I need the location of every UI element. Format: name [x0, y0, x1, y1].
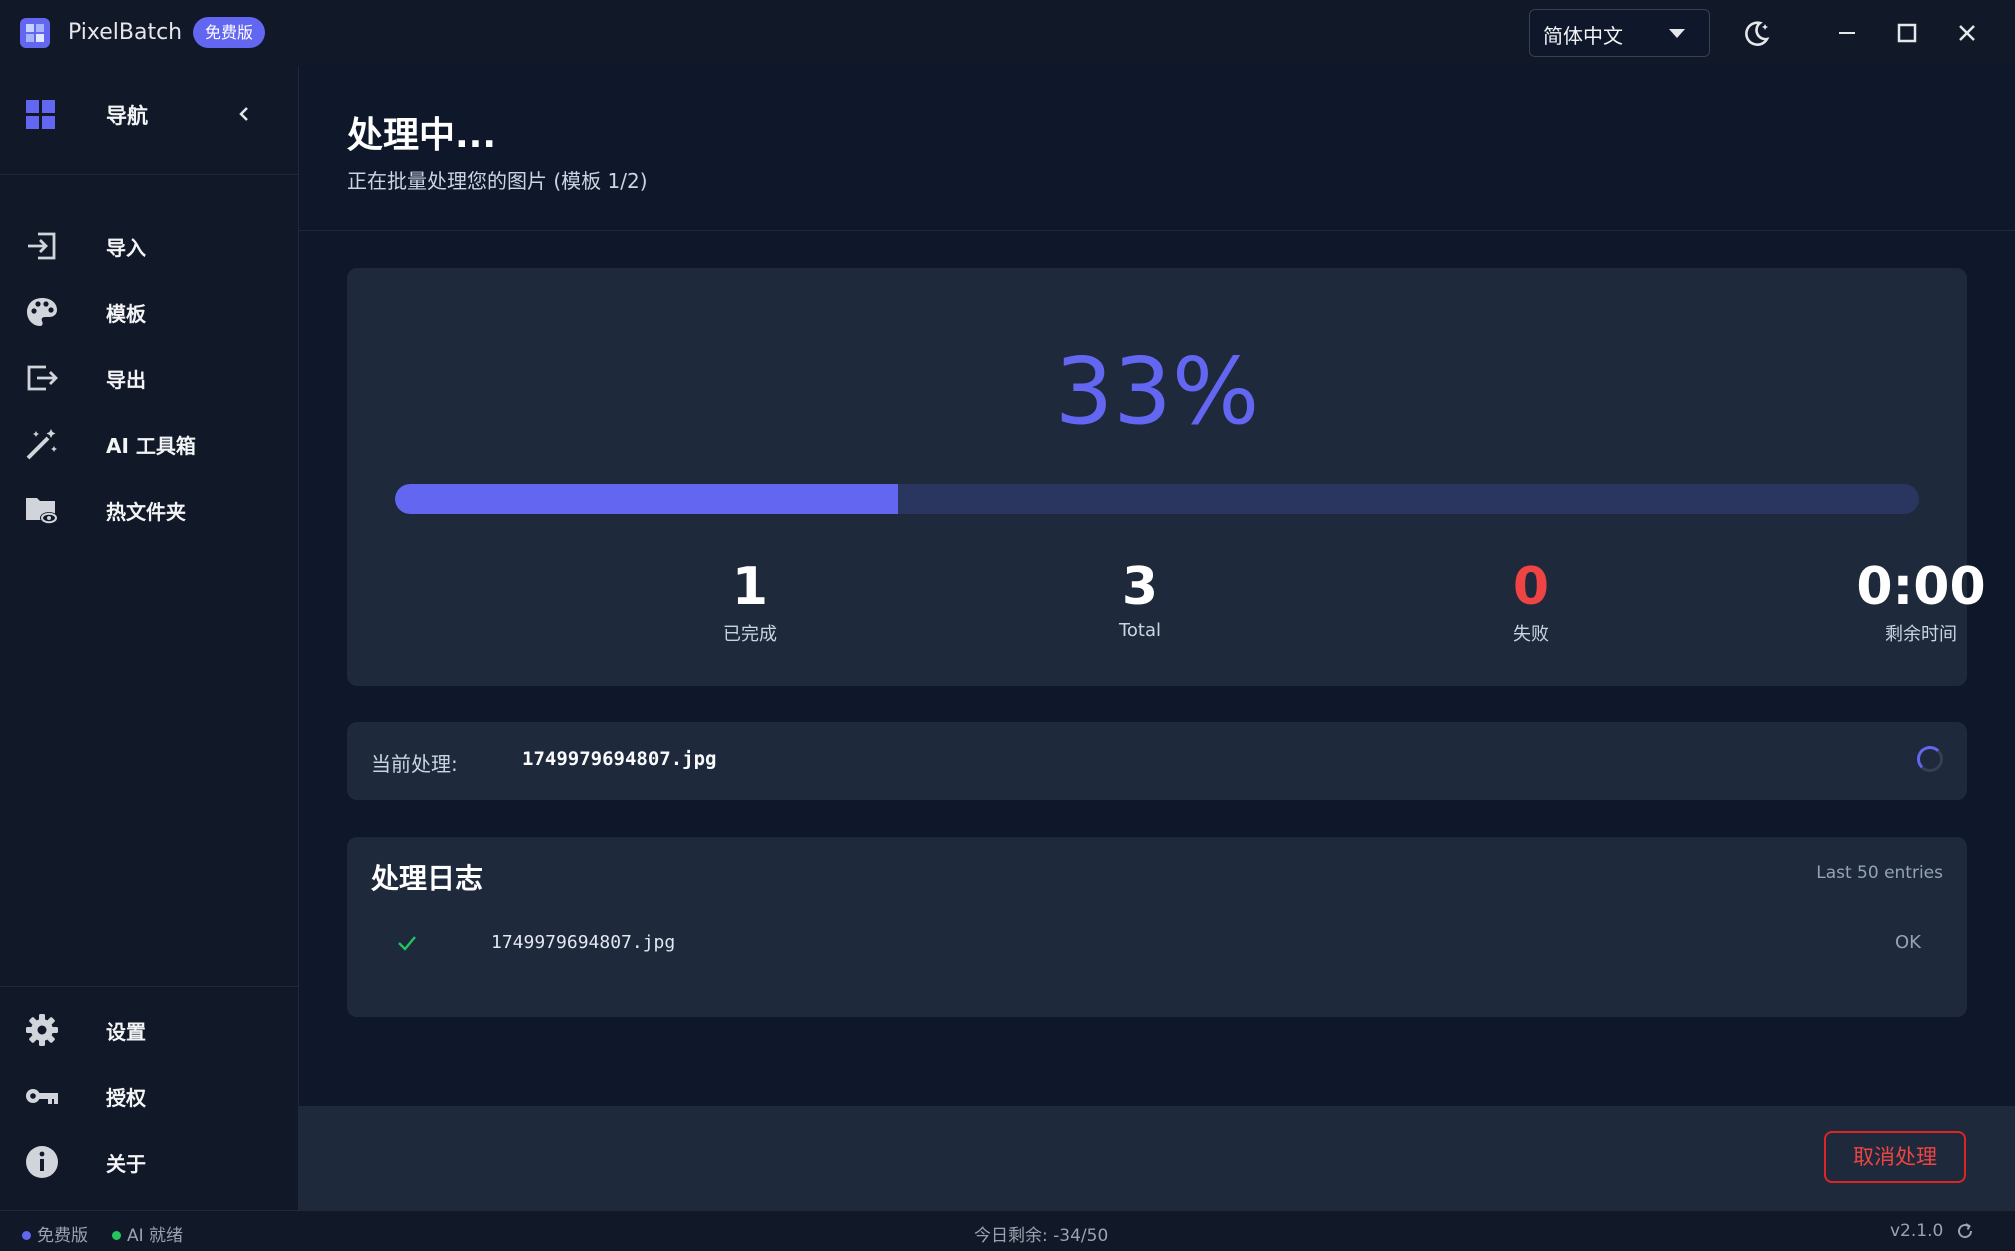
import-icon [28, 232, 56, 260]
current-file-name: 1749979694807.jpg [522, 748, 717, 770]
status-quota: 今日剩余: -34/50 [974, 1226, 1109, 1246]
sidebar-item-label: 授权 [106, 1086, 146, 1110]
current-file-label: 当前处理: [371, 752, 458, 776]
progress-card: 33% 1 已完成 3 Total 0 失败 0:00 剩余时间 [347, 268, 1986, 686]
progress-bar [395, 484, 1919, 514]
title-bar: PixelBatch 免费版 简体中文 [0, 0, 2015, 67]
gear-icon [26, 1014, 58, 1046]
page-header: 处理中... 正在批量处理您的图片 (模板 1/2) [299, 66, 2015, 231]
action-footer: 取消处理 [299, 1106, 2015, 1210]
log-title: 处理日志 [371, 862, 484, 895]
sidebar-title: 导航 [106, 104, 148, 128]
status-bar: 免费版 AI 就绪 今日剩余: -34/50 v2.1.0 [0, 1210, 2015, 1251]
log-entry: 1749979694807.jpg OK [371, 925, 1943, 965]
stat-failed: 0 失败 [1401, 558, 1661, 646]
status-ai-text: AI 就绪 [127, 1226, 184, 1246]
log-entry-file: 1749979694807.jpg [491, 932, 676, 953]
processing-log-card: 处理日志 Last 50 entries 1749979694807.jpg O… [347, 837, 1967, 1017]
loading-spinner-icon [1917, 746, 1943, 772]
progress-bar-fill [395, 484, 898, 514]
sidebar-item-templates[interactable]: 模板 [0, 282, 298, 342]
status-edition: 免费版 [22, 1221, 88, 1246]
sidebar-item-license[interactable]: 授权 [0, 1066, 298, 1126]
edition-dot-icon [22, 1231, 31, 1240]
ai-status-dot-icon [112, 1231, 121, 1240]
stat-remaining-time: 0:00 剩余时间 [1791, 558, 2015, 646]
sidebar-item-import[interactable]: 导入 [0, 216, 298, 276]
maximize-icon[interactable] [1889, 15, 1925, 51]
magic-wand-icon [26, 429, 57, 460]
sidebar-item-label: 导入 [106, 236, 146, 260]
log-entry-status: OK [1895, 932, 1921, 953]
sidebar-item-label: 导出 [106, 368, 146, 392]
stat-total: 3 Total [1010, 558, 1270, 641]
sidebar-item-label: 设置 [106, 1020, 146, 1044]
main-content: 处理中... 正在批量处理您的图片 (模板 1/2) 33% 1 已完成 3 T… [299, 66, 2015, 1210]
sidebar-item-label: 模板 [106, 302, 146, 326]
stat-label: Total [1118, 620, 1162, 641]
palette-icon [27, 298, 57, 326]
sidebar-item-label: 关于 [106, 1152, 146, 1176]
stat-label: 失败 [1513, 624, 1549, 645]
log-meta: Last 50 entries [1816, 863, 1943, 883]
theme-toggle-icon[interactable] [1739, 15, 1775, 51]
chevron-down-icon [1669, 29, 1685, 38]
sidebar-item-label: AI 工具箱 [106, 434, 196, 458]
sidebar-divider [0, 986, 298, 987]
stat-label: 剩余时间 [1885, 624, 1957, 645]
sidebar-item-hot-folder[interactable]: 热文件夹 [0, 480, 298, 540]
language-select[interactable]: 简体中文 [1529, 9, 1710, 57]
status-edition-text: 免费版 [37, 1226, 88, 1246]
sidebar-item-settings[interactable]: 设置 [0, 1000, 298, 1060]
status-version: v2.1.0 [1890, 1221, 1944, 1241]
page-subtitle: 正在批量处理您的图片 (模板 1/2) [347, 169, 648, 193]
grid-icon [26, 100, 55, 129]
info-icon [26, 1146, 58, 1178]
sidebar-item-about[interactable]: 关于 [0, 1132, 298, 1192]
minimize-icon[interactable] [1829, 15, 1865, 51]
progress-percent: 33% [1054, 338, 1260, 445]
collapse-sidebar-icon[interactable] [234, 104, 254, 124]
stat-value: 0:00 [1856, 557, 1986, 617]
status-ai: AI 就绪 [112, 1221, 183, 1246]
check-icon [398, 936, 416, 951]
sidebar: 导航 导入 模板 导出 AI 工具箱 热文件夹 设置 授权 关于 [0, 66, 299, 1210]
stat-value: 0 [1512, 557, 1550, 617]
key-icon [26, 1089, 58, 1104]
edition-badge: 免费版 [193, 17, 266, 48]
language-value: 简体中文 [1543, 24, 1623, 48]
cancel-processing-button[interactable]: 取消处理 [1824, 1131, 1966, 1183]
app-logo-icon [20, 18, 50, 48]
refresh-icon[interactable] [1956, 1222, 1974, 1240]
stat-value: 1 [731, 557, 769, 617]
stat-label: 已完成 [723, 624, 777, 645]
close-icon[interactable] [1949, 15, 1985, 51]
export-icon [27, 365, 58, 391]
sidebar-item-ai-toolbox[interactable]: AI 工具箱 [0, 414, 298, 474]
current-file-card: 当前处理: 1749979694807.jpg [347, 722, 1967, 800]
app-name: PixelBatch [68, 20, 183, 45]
page-title: 处理中... [347, 115, 497, 156]
sidebar-item-export[interactable]: 导出 [0, 348, 298, 408]
sidebar-header: 导航 [0, 66, 298, 175]
stat-completed: 1 已完成 [620, 558, 880, 646]
app-window: PixelBatch 免费版 简体中文 导航 导入 模板 导出 AI 工具箱 热… [0, 0, 2015, 1251]
stat-value: 3 [1121, 557, 1159, 617]
sidebar-item-label: 热文件夹 [106, 500, 186, 524]
hot-folder-icon [26, 498, 58, 524]
